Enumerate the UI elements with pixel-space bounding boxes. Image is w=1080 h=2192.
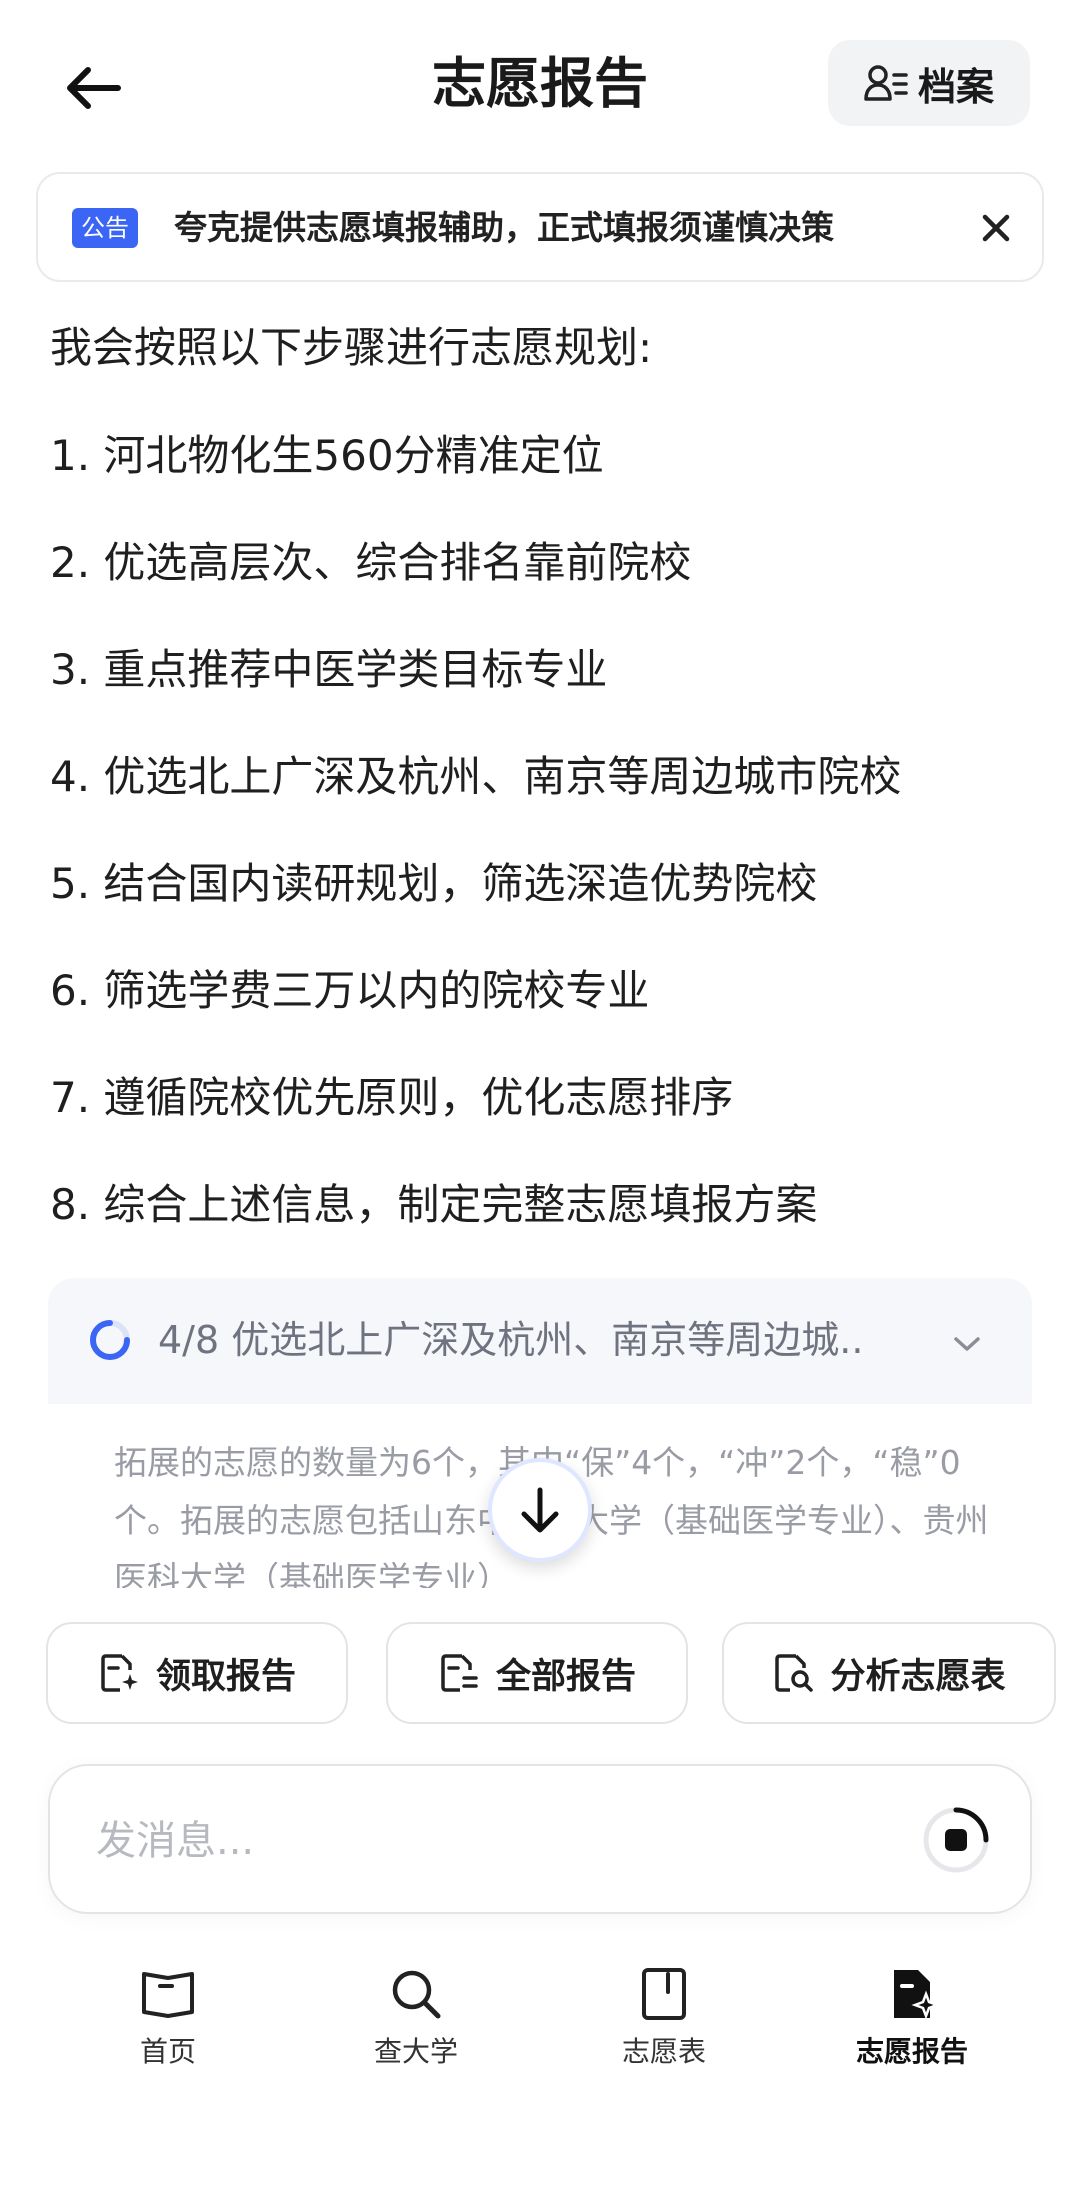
progress-title: 4/8 优选北上广深及杭州、南京等周边城.. (158, 1318, 864, 1362)
sheet-icon (642, 1968, 686, 2020)
plan-step: 4. 优选北上广深及杭州、南京等周边城市院校 (50, 752, 902, 801)
message-input[interactable] (94, 1810, 858, 1872)
close-notice-button[interactable] (970, 202, 1022, 254)
profile-button[interactable]: 档案 (828, 40, 1030, 126)
close-icon (982, 214, 1010, 242)
plan-step: 2. 优选高层次、综合排名靠前院校 (50, 538, 692, 587)
nav-search-label: 查大学 (373, 2035, 458, 2068)
claim-report-label: 领取报告 (155, 1656, 296, 1697)
scroll-down-button[interactable] (488, 1458, 592, 1562)
report-icon (894, 1970, 941, 2020)
nav-report[interactable]: 志愿报告 (812, 1964, 1012, 2084)
plan-step: 7. 遵循院校优先原则，优化志愿排序 (50, 1073, 734, 1122)
plan-step: 6. 筛选学费三万以内的院校专业 (50, 966, 650, 1015)
nav-home[interactable]: 首页 (68, 1964, 268, 2084)
plan-intro: 我会按照以下步骤进行志愿规划: (50, 323, 653, 372)
profile-label: 档案 (917, 64, 994, 109)
book-icon (142, 1972, 194, 2018)
plan-step: 8. 综合上述信息，制定完整志愿填报方案 (50, 1180, 818, 1229)
chevron-down-icon[interactable] (948, 1324, 986, 1362)
notice-text: 夸克提供志愿填报辅助，正式填报须谨慎决策 (174, 208, 834, 247)
nav-search-university[interactable]: 查大学 (316, 1964, 516, 2084)
report-search-icon (775, 1654, 814, 1692)
stop-generation-icon[interactable] (922, 1806, 990, 1874)
nav-report-label: 志愿报告 (855, 2035, 968, 2068)
analyze-sheet-label: 分析志愿表 (830, 1656, 1006, 1697)
arrow-down-icon (521, 1487, 559, 1533)
plan-step: 1. 河北物化生560分精准定位 (50, 431, 604, 480)
plan-step: 5. 结合国内读研规划，筛选深造优势院校 (50, 859, 818, 908)
report-sparkle-icon (101, 1654, 138, 1692)
nav-sheet[interactable]: 志愿表 (564, 1964, 764, 2084)
all-reports-button[interactable]: 全部报告 (386, 1622, 688, 1724)
notice-banner: 公告 夸克提供志愿填报辅助，正式填报须谨慎决策 (36, 172, 1044, 282)
notice-tag: 公告 (72, 208, 138, 248)
report-list-icon (441, 1654, 478, 1692)
search-icon (392, 1970, 441, 2019)
top-bar: 志愿报告 档案 (0, 0, 1080, 170)
analyze-sheet-button[interactable]: 分析志愿表 (722, 1622, 1056, 1724)
plan-step: 3. 重点推荐中医学类目标专业 (50, 645, 608, 694)
nav-sheet-label: 志愿表 (621, 2035, 706, 2068)
progress-header[interactable]: 4/8 优选北上广深及杭州、南京等周边城.. (48, 1278, 1032, 1404)
nav-home-label: 首页 (139, 2035, 196, 2068)
action-buttons: 领取报告 全部报告 分析志愿表 (46, 1622, 1056, 1726)
plan-steps-list: 1. 河北物化生560分精准定位 2. 优选高层次、综合排名靠前院校 3. 重点… (50, 426, 901, 1282)
loading-spinner-icon (90, 1320, 130, 1360)
user-list-icon (864, 65, 908, 101)
all-reports-label: 全部报告 (495, 1656, 636, 1697)
claim-report-button[interactable]: 领取报告 (46, 1622, 348, 1724)
bottom-nav: 首页 查大学 志愿表 志愿报告 (0, 1940, 1080, 2192)
message-composer (48, 1764, 1032, 1914)
